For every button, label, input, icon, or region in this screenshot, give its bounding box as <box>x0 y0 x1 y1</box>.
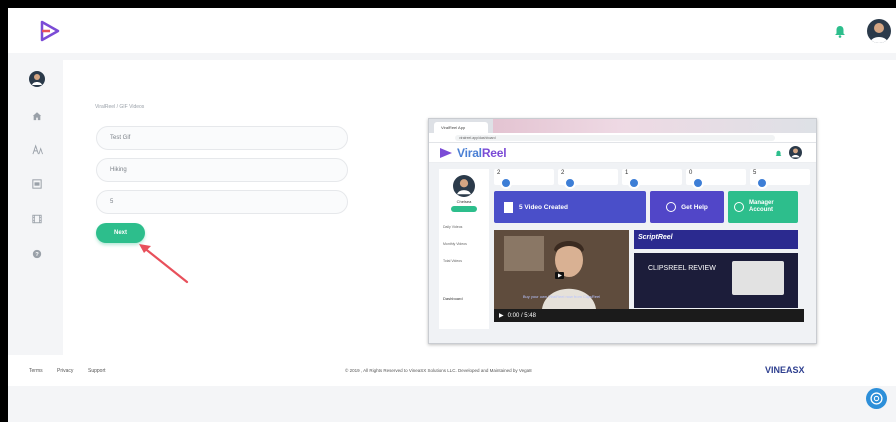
manager-account-card: Manager Account <box>728 191 798 223</box>
side-item: Monthly Videos <box>443 242 467 246</box>
browser-address-bar: viralreel.app/dashboard <box>429 133 816 143</box>
breadcrumb: ViralReel / GIF Videos <box>95 104 145 110</box>
manager-account-label: Manager Account <box>749 200 774 213</box>
get-help-label: Get Help <box>681 203 708 211</box>
chat-support-button[interactable] <box>866 388 887 409</box>
sidebar-avatar[interactable] <box>29 71 45 87</box>
stat-icon <box>692 177 704 189</box>
preview-header: ViralReel <box>429 143 816 163</box>
stat-value: 5 <box>753 170 757 176</box>
stat-card: 2 <box>494 169 554 189</box>
browser-chrome: ViralReel App <box>429 119 816 133</box>
video-caption: Buy your own ViralReel now from ClipsRee… <box>522 294 601 299</box>
bell-icon[interactable] <box>834 25 846 38</box>
film-icon <box>32 214 42 224</box>
stat-icon <box>628 177 640 189</box>
sidebar-item-videos[interactable] <box>29 211 45 227</box>
side-item: Total Videos <box>443 259 463 263</box>
clipsreel-label: CLIPSREEL REVIEW <box>648 265 716 272</box>
main-panel: ViralReel / GIF Videos Test Gif Hiking 5… <box>63 60 896 355</box>
get-help-card: Get Help <box>650 191 724 223</box>
logo-icon[interactable] <box>38 19 62 43</box>
preview-brand: ViralReel <box>457 146 507 160</box>
home-icon <box>32 112 42 121</box>
title-input[interactable]: Test Gif <box>96 126 348 150</box>
top-header <box>8 8 896 53</box>
stat-card: 5 <box>750 169 810 189</box>
user-avatar[interactable] <box>867 19 891 43</box>
font-icon <box>31 143 43 154</box>
product-box <box>732 261 784 295</box>
stat-card: 2 <box>558 169 618 189</box>
brand-left: Viral <box>457 146 482 160</box>
count-input[interactable]: 5 <box>96 190 348 214</box>
stat-icon <box>500 177 512 189</box>
stat-value: 2 <box>497 170 501 176</box>
chat-icon <box>734 202 744 212</box>
bell-icon <box>775 150 782 157</box>
video-controls: ▶ 0:00 / 5:48 <box>494 309 804 322</box>
chat-support-icon <box>870 392 883 405</box>
stat-card: 0 <box>686 169 746 189</box>
sidebar-item-home[interactable] <box>29 108 45 124</box>
file-icon <box>504 201 513 213</box>
scriptreel-label: ScriptReel <box>638 234 673 241</box>
footer-link-privacy[interactable]: Privacy <box>57 368 73 374</box>
videos-created-label: 5 Video Created <box>519 203 569 211</box>
preview-sidebar: Chelsea Daily Videos Monthly Videos Tota… <box>439 169 489 329</box>
annotation-arrow <box>139 244 189 284</box>
app-window: ? ViralReel / GIF Videos Test Gif Hiking… <box>8 8 896 422</box>
stat-value: 0 <box>689 170 693 176</box>
copyright-text: © 2019 , All Rights Reserved to VineaSX … <box>345 368 532 373</box>
footer-link-terms[interactable]: Terms <box>29 368 43 374</box>
url-text: viralreel.app/dashboard <box>455 135 775 141</box>
tab-strip-background <box>493 119 813 133</box>
stat-value: 1 <box>625 170 629 176</box>
user-avatar <box>453 175 475 197</box>
sidebar-item-media[interactable] <box>29 176 45 192</box>
sidebar-item-fonts[interactable] <box>29 141 45 157</box>
stat-card: 1 <box>622 169 682 189</box>
preview-content: 2 2 1 0 5 5 Video Created Get Help Manag… <box>494 169 812 343</box>
help-icon: ? <box>32 249 42 259</box>
profile-name: Chelsea <box>456 199 472 204</box>
keyword-input[interactable]: Hiking <box>96 158 348 182</box>
stat-icon <box>564 177 576 189</box>
logo-icon <box>440 148 452 158</box>
footer-link-support[interactable]: Support <box>88 368 106 374</box>
browser-tab: ViralReel App <box>434 122 488 133</box>
side-item: Dashboard <box>443 296 463 301</box>
footer: Terms Privacy Support © 2019 , All Right… <box>8 355 896 386</box>
side-item: Daily Videos <box>443 225 463 229</box>
stat-icon <box>756 177 768 189</box>
video-time: 0:00 / 5:48 <box>507 312 536 319</box>
svg-text:?: ? <box>35 252 39 258</box>
brand-right: Reel <box>481 146 507 160</box>
sidebar-item-help[interactable]: ? <box>29 246 45 262</box>
clipsreel-banner: CLIPSREEL REVIEW <box>634 253 798 308</box>
video-player: Buy your own ViralReel now from ClipsRee… <box>494 230 629 309</box>
user-avatar <box>789 146 802 159</box>
scriptreel-banner: ScriptReel <box>634 230 798 249</box>
info-icon <box>666 202 677 212</box>
play-icon: ▶ <box>499 313 504 319</box>
user-avatar <box>29 71 45 87</box>
videos-created-card: 5 Video Created <box>494 191 646 223</box>
media-icon <box>32 179 42 189</box>
preview-screenshot: ViralReel App viralreel.app/dashboard Vi… <box>428 118 817 344</box>
profile-toggle <box>451 206 477 212</box>
vineasx-logo: VINEASX <box>765 365 805 375</box>
side-nav: ? <box>8 53 63 355</box>
stat-value: 2 <box>561 170 565 176</box>
